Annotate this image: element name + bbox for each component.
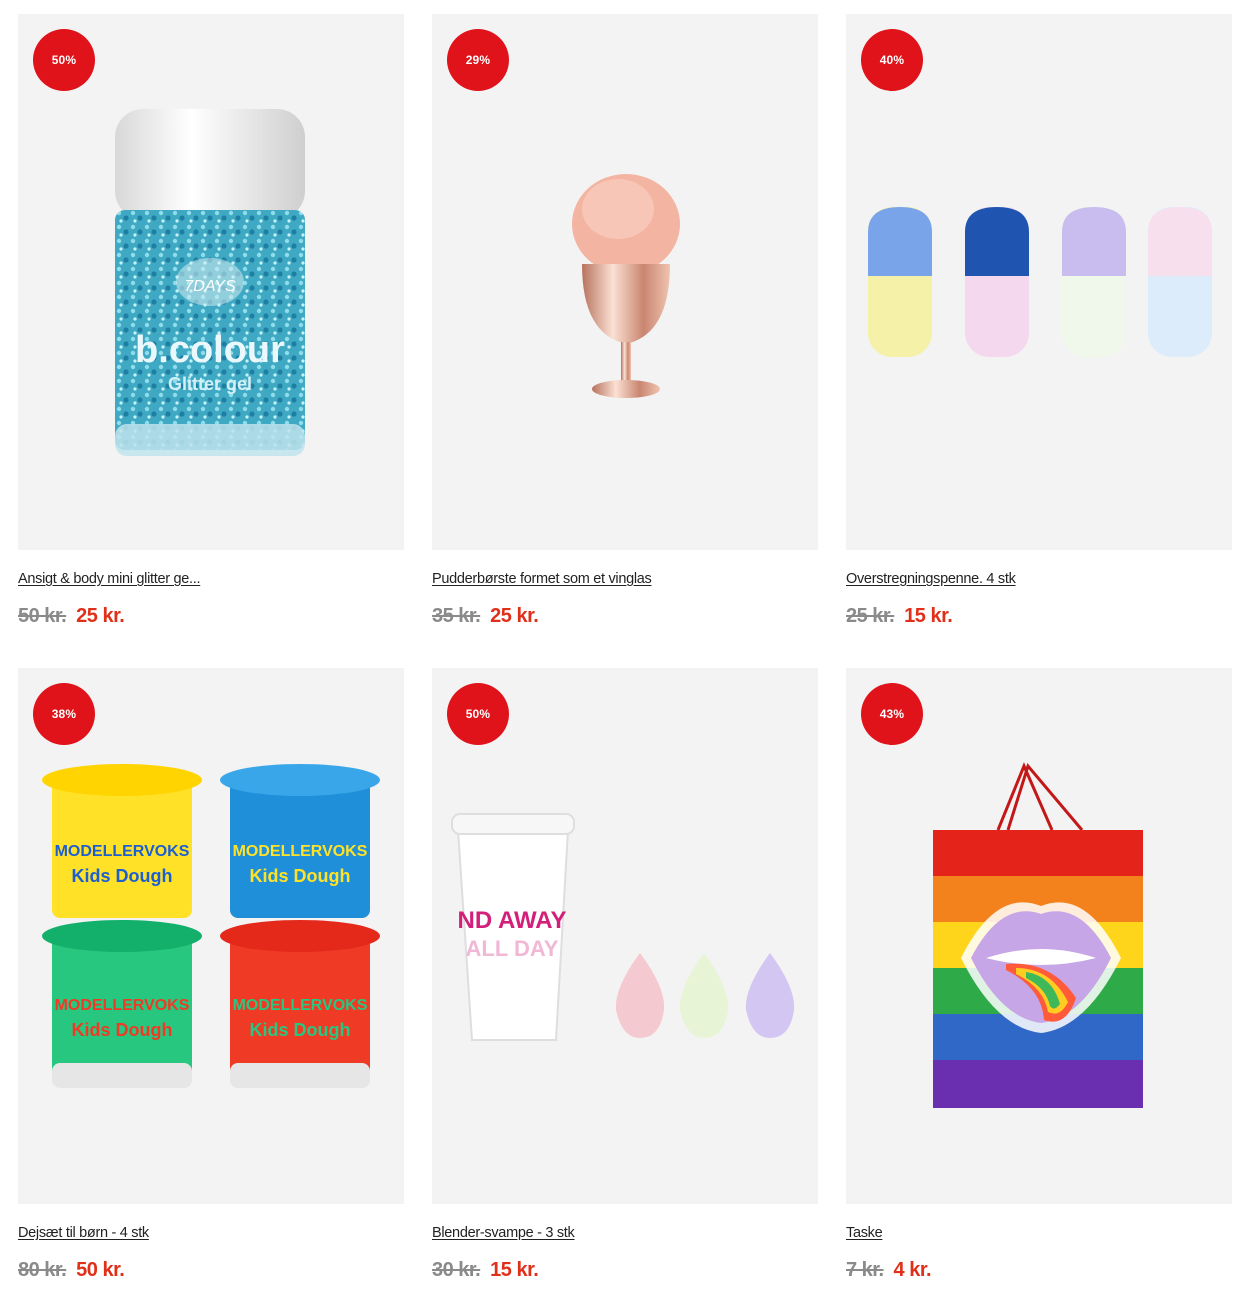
discount-badge: 38% [33, 683, 95, 745]
product-image[interactable]: 7DAYS b.colour Glitter gel 50% [18, 14, 404, 550]
powder-brush-image [572, 174, 680, 398]
play-dough-image: MODELLERVOKS Kids Dough MODELLERVOKS Kid… [42, 764, 380, 1088]
highlighter-pens-image [868, 207, 1212, 357]
product-title-link[interactable]: Blender-svampe - 3 stk [432, 1225, 575, 1241]
rainbow-bag-image [933, 762, 1143, 1108]
old-price: 50 kr. [18, 605, 67, 627]
old-price: 80 kr. [18, 1259, 67, 1281]
price-row: 80 kr. 50 kr. [18, 1259, 404, 1285]
dough-label-text: MODELLERVOKS [55, 997, 190, 1014]
cup-print-text: ND AWAY [458, 907, 567, 934]
product-image[interactable]: ND AWAY ALL DAY 50% [432, 668, 818, 1204]
sale-price: 4 kr. [893, 1259, 932, 1281]
price-row: 30 kr. 15 kr. [432, 1259, 818, 1285]
dough-label-text: Kids Dough [250, 1020, 351, 1040]
glitter-gel-image: 7DAYS b.colour Glitter gel [115, 109, 305, 456]
product-image[interactable]: MODELLERVOKS Kids Dough MODELLERVOKS Kid… [18, 668, 404, 1204]
product-card[interactable]: 43% Taske 7 kr. 4 kr. [846, 668, 1232, 1308]
product-card[interactable]: 7DAYS b.colour Glitter gel 50% Ansigt & … [18, 14, 404, 668]
product-sub-text: Glitter gel [168, 374, 252, 394]
dough-label-text: Kids Dough [72, 1020, 173, 1040]
product-title-link[interactable]: Overstregningspenne. 4 stk [846, 571, 1016, 587]
dough-label-text: MODELLERVOKS [55, 843, 190, 860]
old-price: 25 kr. [846, 605, 895, 627]
old-price: 7 kr. [846, 1259, 884, 1281]
product-title-link[interactable]: Pudderbørste formet som et vinglas [432, 571, 652, 587]
price-row: 35 kr. 25 kr. [432, 605, 818, 631]
product-label-text: b.colour [135, 329, 285, 371]
product-grid: 7DAYS b.colour Glitter gel 50% Ansigt & … [18, 14, 1232, 1308]
dough-label-text: Kids Dough [72, 866, 173, 886]
product-image[interactable]: 43% [846, 668, 1232, 1204]
product-title-link[interactable]: Dejsæt til børn - 4 stk [18, 1225, 149, 1241]
product-image[interactable]: 29% [432, 14, 818, 550]
old-price: 30 kr. [432, 1259, 481, 1281]
dough-label-text: MODELLERVOKS [233, 843, 368, 860]
product-card[interactable]: 29% Pudderbørste formet som et vinglas 3… [432, 14, 818, 668]
dough-label-text: Kids Dough [250, 866, 351, 886]
price-row: 7 kr. 4 kr. [846, 1259, 1232, 1285]
sale-price: 15 kr. [904, 605, 953, 627]
sale-price: 50 kr. [76, 1259, 125, 1281]
discount-badge: 43% [861, 683, 923, 745]
product-card[interactable]: MODELLERVOKS Kids Dough MODELLERVOKS Kid… [18, 668, 404, 1308]
product-image[interactable]: 40% [846, 14, 1232, 550]
discount-badge: 50% [33, 29, 95, 91]
product-brand-text: 7DAYS [184, 278, 236, 295]
discount-badge: 29% [447, 29, 509, 91]
sale-price: 25 kr. [490, 605, 539, 627]
discount-badge: 40% [861, 29, 923, 91]
price-row: 50 kr. 25 kr. [18, 605, 404, 631]
blender-sponges-image: ND AWAY ALL DAY [451, 813, 795, 1041]
sale-price: 25 kr. [76, 605, 125, 627]
discount-badge: 50% [447, 683, 509, 745]
old-price: 35 kr. [432, 605, 481, 627]
cup-print-text: ALL DAY [466, 936, 559, 961]
product-title-link[interactable]: Ansigt & body mini glitter ge... [18, 571, 201, 587]
product-card[interactable]: ND AWAY ALL DAY 50% Blender-svampe - 3 s… [432, 668, 818, 1308]
product-title-link[interactable]: Taske [846, 1225, 883, 1241]
dough-label-text: MODELLERVOKS [233, 997, 368, 1014]
sale-price: 15 kr. [490, 1259, 539, 1281]
product-card[interactable]: 40% Overstregningspenne. 4 stk 25 kr. 15… [846, 14, 1232, 668]
price-row: 25 kr. 15 kr. [846, 605, 1232, 631]
